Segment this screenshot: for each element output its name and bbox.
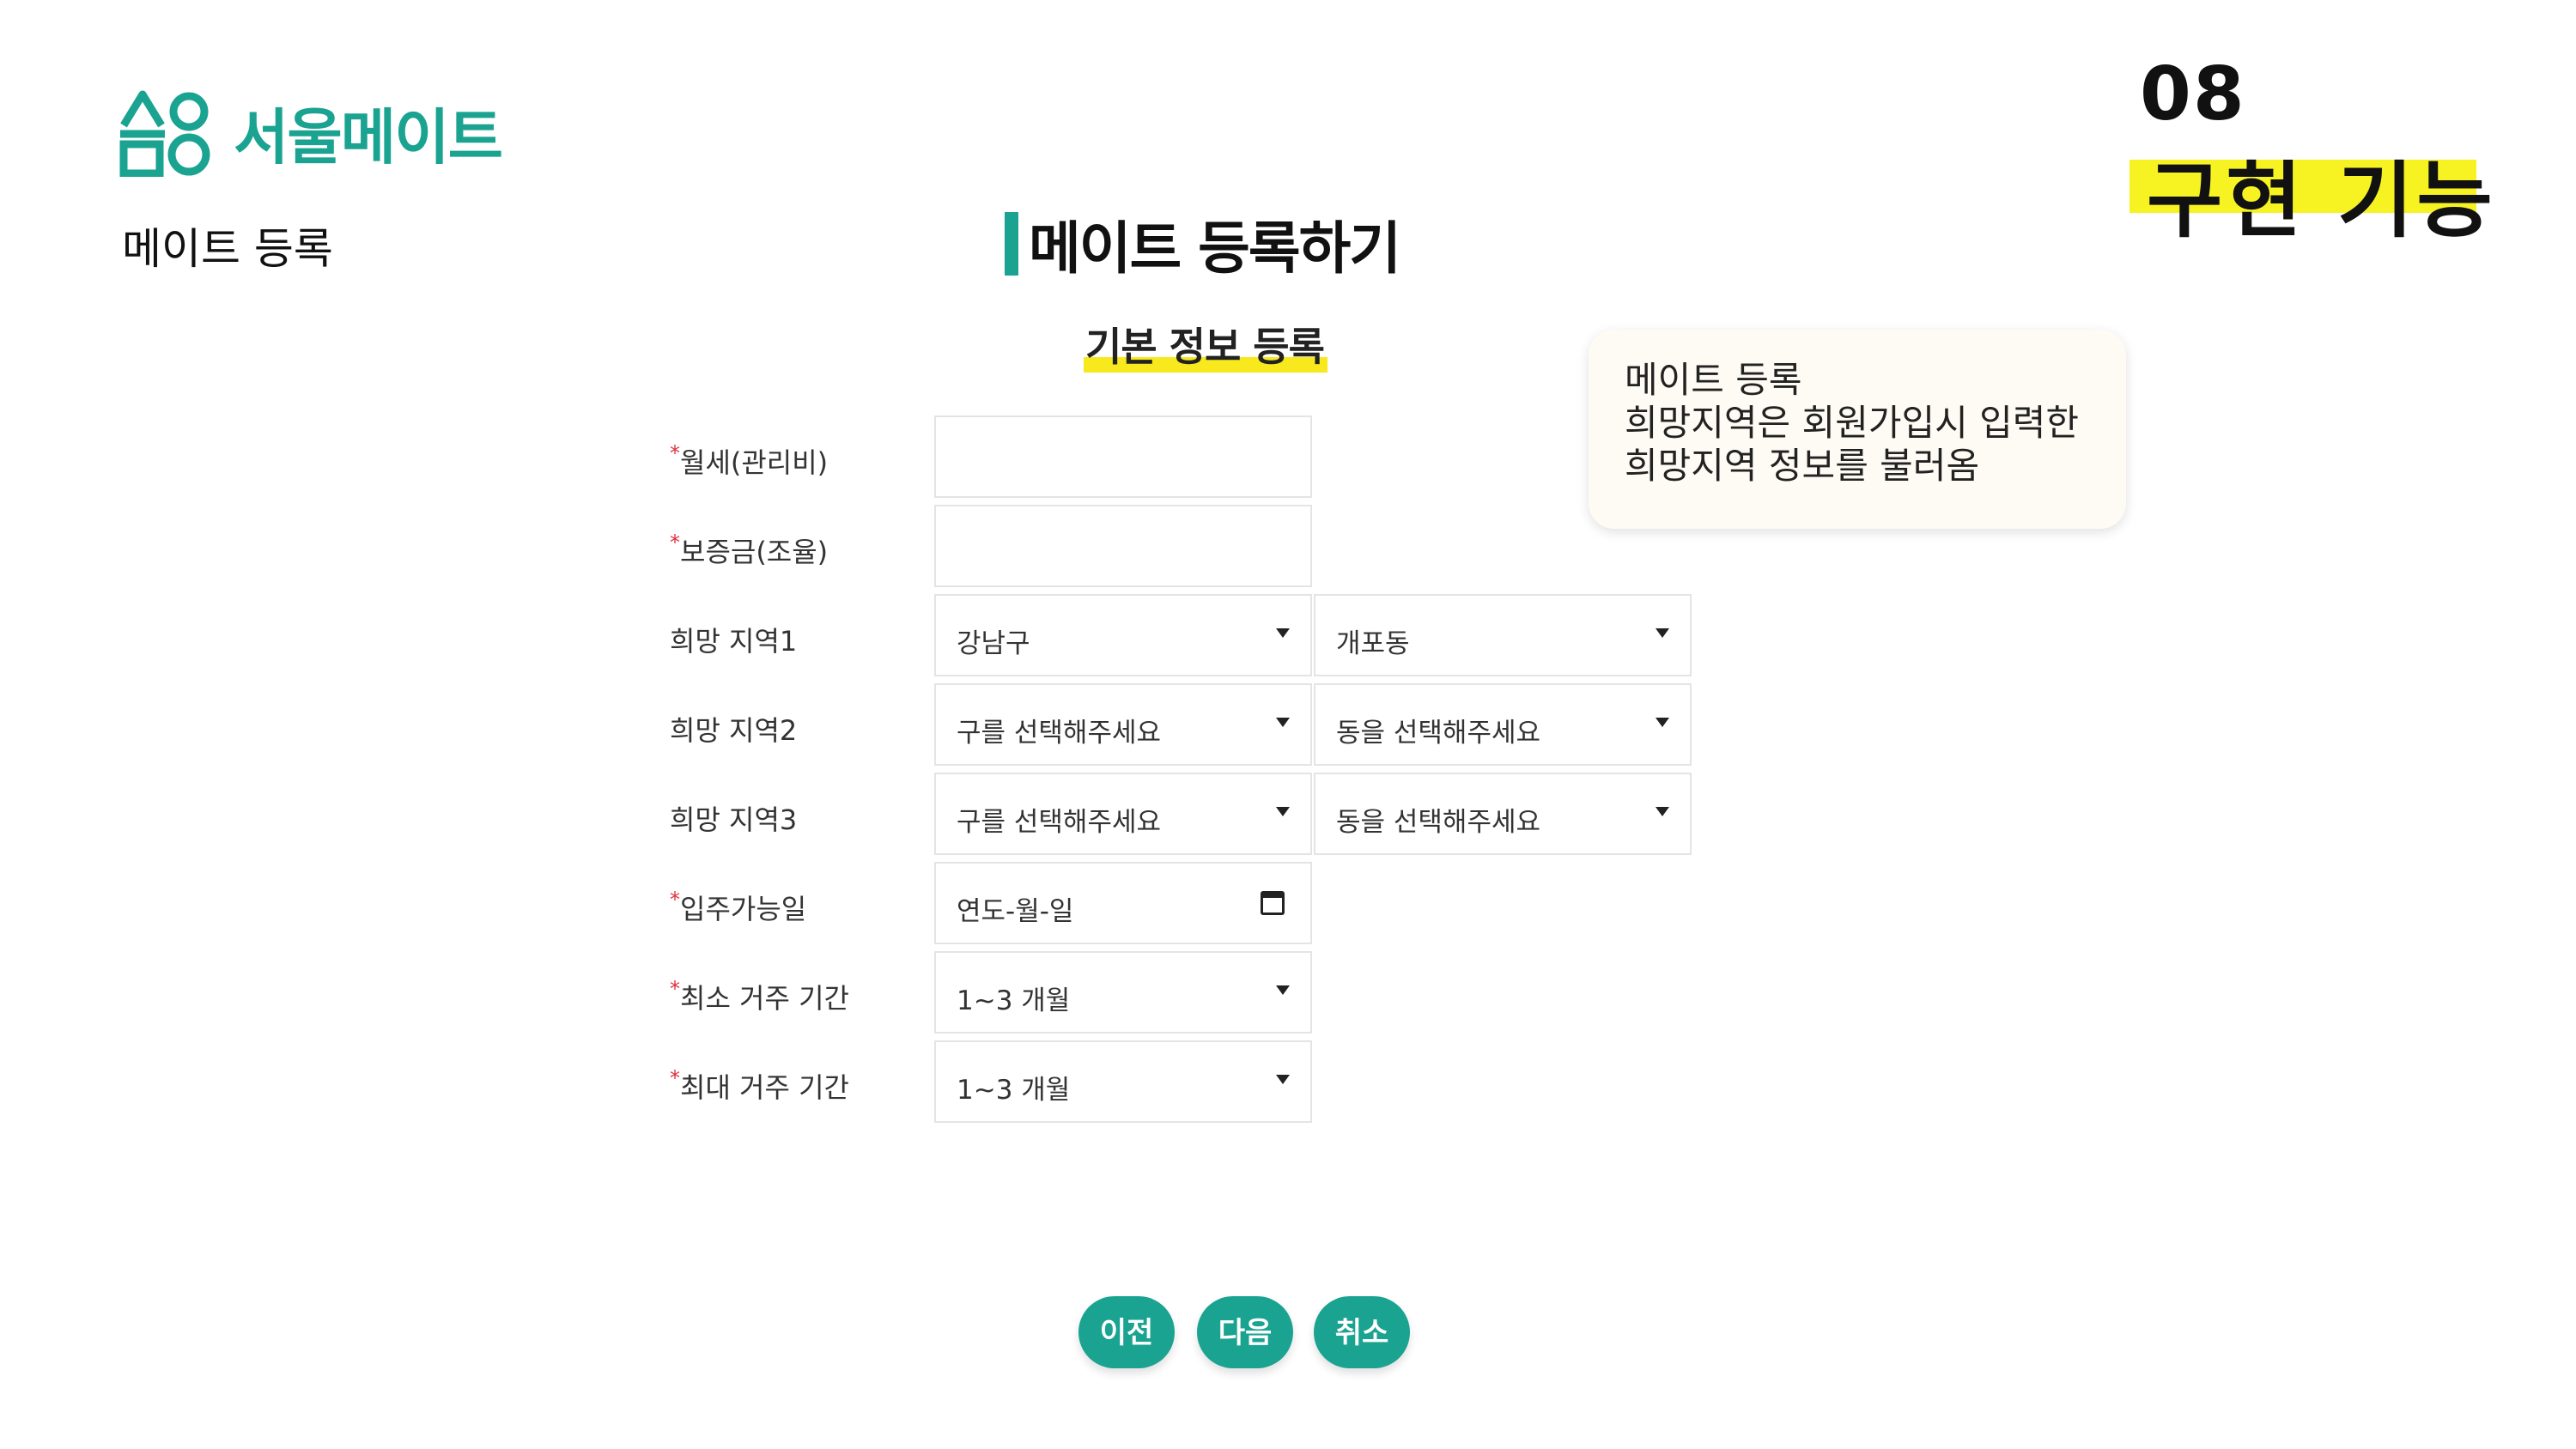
rent-row: *월세(관리비)	[670, 415, 1700, 500]
region2-label: 희망 지역2	[670, 714, 798, 747]
dropdown-arrow-icon	[1276, 807, 1290, 816]
rent-label: *월세(관리비)	[670, 441, 829, 479]
heading-accent-bar	[1005, 212, 1018, 276]
region3-label: 희망 지역3	[670, 803, 798, 836]
region1-gu-select[interactable]: 강남구	[934, 594, 1312, 676]
dropdown-arrow-icon	[1656, 628, 1669, 638]
required-mark: *	[670, 530, 680, 555]
deposit-label: *보증금(조율)	[670, 530, 829, 568]
required-mark: *	[670, 977, 680, 1001]
form-subheading: 기본 정보 등록	[1084, 316, 1327, 373]
brand-logo: 서울메이트	[117, 88, 503, 177]
min-stay-select[interactable]: 1~3 개월	[934, 951, 1312, 1034]
calendar-icon[interactable]	[1261, 891, 1285, 915]
movein-date-input[interactable]: 연도-월-일	[934, 862, 1312, 944]
form-heading: 메이트 등록하기	[1005, 203, 1401, 285]
region3-dong-select[interactable]: 동을 선택해주세요	[1314, 773, 1692, 855]
deposit-input[interactable]	[934, 505, 1312, 587]
min-stay-label: *최소 거주 기간	[670, 977, 849, 1015]
region2-row: 희망 지역2 구를 선택해주세요 동을 선택해주세요	[670, 683, 1700, 767]
callout-note: 메이트 등록 희망지역은 회원가입시 입력한 희망지역 정보를 불러옴	[1589, 330, 2126, 529]
required-mark: *	[670, 441, 680, 465]
form-title: 메이트 등록하기	[1029, 215, 1401, 282]
region1-label: 희망 지역1	[670, 625, 798, 658]
callout-line: 메이트 등록	[1625, 359, 1802, 401]
region3-gu-select[interactable]: 구를 선택해주세요	[934, 773, 1312, 855]
cancel-button[interactable]: 취소	[1314, 1296, 1410, 1368]
region3-row: 희망 지역3 구를 선택해주세요 동을 선택해주세요	[670, 773, 1700, 857]
region1-row: 희망 지역1 강남구 개포동	[670, 594, 1700, 678]
min-stay-row: *최소 거주 기간 1~3 개월	[670, 951, 1700, 1035]
chapter-number: 08	[2140, 52, 2246, 137]
seoulmate-logo-icon	[119, 90, 210, 177]
max-stay-select[interactable]: 1~3 개월	[934, 1040, 1312, 1123]
dropdown-arrow-icon	[1276, 1075, 1290, 1084]
max-stay-row: *최대 거주 기간 1~3 개월	[670, 1040, 1700, 1125]
required-mark: *	[670, 888, 680, 912]
region1-dong-select[interactable]: 개포동	[1314, 594, 1692, 676]
region2-dong-select[interactable]: 동을 선택해주세요	[1314, 683, 1692, 766]
dropdown-arrow-icon	[1276, 718, 1290, 727]
rent-input[interactable]	[934, 415, 1312, 498]
callout-line: 희망지역은 회원가입시 입력한	[1625, 402, 2080, 444]
deposit-row: *보증금(조율)	[670, 505, 1700, 589]
subheading-text: 기본 정보 등록	[1085, 324, 1325, 370]
max-stay-label: *최대 거주 기간	[670, 1066, 849, 1104]
chapter-title: 구현 기능	[2147, 153, 2496, 249]
brand-name: 서울메이트	[234, 101, 503, 173]
callout-line: 희망지역 정보를 불러옴	[1625, 445, 1980, 487]
movein-date-label: *입주가능일	[670, 888, 807, 925]
movein-date-row: *입주가능일 연도-월-일	[670, 862, 1700, 946]
dropdown-arrow-icon	[1276, 985, 1290, 995]
section-title: 메이트 등록	[122, 224, 333, 274]
region2-gu-select[interactable]: 구를 선택해주세요	[934, 683, 1312, 766]
chapter-label: 08 구현 기능	[2129, 52, 2493, 249]
next-button[interactable]: 다음	[1197, 1296, 1293, 1368]
dropdown-arrow-icon	[1656, 807, 1669, 816]
dropdown-arrow-icon	[1656, 718, 1669, 727]
prev-button[interactable]: 이전	[1078, 1296, 1175, 1368]
dropdown-arrow-icon	[1276, 628, 1290, 638]
required-mark: *	[670, 1066, 680, 1090]
